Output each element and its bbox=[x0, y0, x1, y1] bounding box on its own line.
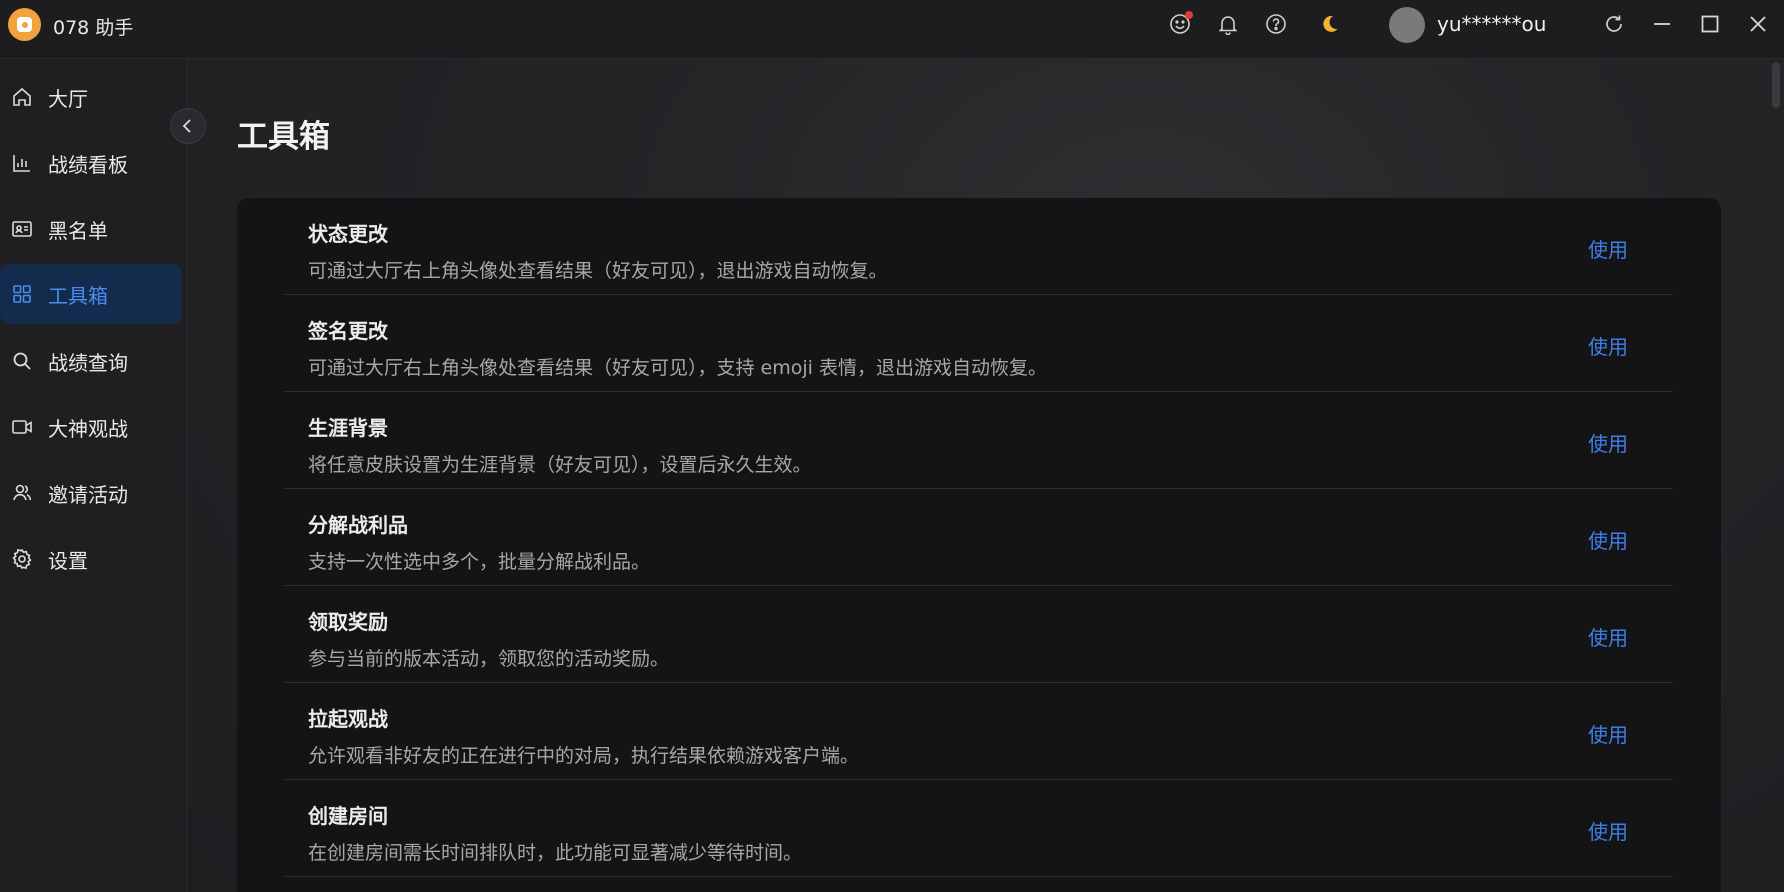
sidebar-item-stats-search[interactable]: 战绩查询 bbox=[0, 332, 182, 390]
tool-description: 可通过大厅右上角头像处查看结果（好友可见），支持 emoji 表情，退出游戏自动… bbox=[308, 357, 1047, 379]
use-button[interactable]: 使用 bbox=[1588, 428, 1628, 457]
sidebar-item-spectate[interactable]: 大神观战 bbox=[0, 398, 182, 456]
collapse-sidebar-button[interactable] bbox=[170, 108, 206, 144]
sidebar-item-label: 战绩查询 bbox=[48, 350, 128, 375]
tool-name: 创建房间 bbox=[308, 804, 388, 828]
sidebar-item-lobby[interactable]: 大厅 bbox=[0, 68, 182, 126]
use-button[interactable]: 使用 bbox=[1588, 331, 1628, 360]
sidebar-item-label: 大厅 bbox=[48, 86, 88, 111]
refresh-icon[interactable] bbox=[1601, 11, 1627, 37]
tool-name: 生涯背景 bbox=[308, 416, 388, 440]
moon-icon[interactable] bbox=[1316, 11, 1342, 37]
id-card-icon bbox=[10, 217, 34, 241]
users-icon bbox=[10, 481, 34, 505]
main-content: 工具箱 状态更改 可通过大厅右上角头像处查看结果（好友可见），退出游戏自动恢复。… bbox=[189, 59, 1784, 892]
tool-list: 状态更改 可通过大厅右上角头像处查看结果（好友可见），退出游戏自动恢复。 使用 … bbox=[237, 198, 1721, 892]
sidebar: 大厅 战绩看板 黑名单 工具箱 战绩查询 大神观战 邀请活动 设置 bbox=[0, 59, 188, 892]
sidebar-item-label: 黑名单 bbox=[48, 218, 108, 243]
scrollbar[interactable] bbox=[1772, 62, 1780, 108]
sidebar-item-label: 设置 bbox=[48, 548, 88, 573]
tool-description: 可通过大厅右上角头像处查看结果（好友可见），退出游戏自动恢复。 bbox=[308, 260, 888, 282]
page-title: 工具箱 bbox=[237, 119, 330, 155]
home-icon bbox=[10, 85, 34, 109]
app-logo bbox=[8, 8, 41, 41]
use-button[interactable]: 使用 bbox=[1588, 719, 1628, 748]
bell-icon[interactable] bbox=[1215, 11, 1241, 37]
title-bar: 078 助手 yu******ou bbox=[0, 0, 1784, 59]
sidebar-item-label: 邀请活动 bbox=[48, 482, 128, 507]
sidebar-item-blacklist[interactable]: 黑名单 bbox=[0, 200, 182, 258]
sidebar-item-label: 战绩看板 bbox=[48, 152, 128, 177]
chevron-left-icon bbox=[182, 119, 191, 133]
tool-description: 在创建房间需长时间排队时，此功能可显著减少等待时间。 bbox=[308, 842, 803, 864]
bar-chart-icon bbox=[10, 151, 34, 175]
sidebar-item-toolbox[interactable]: 工具箱 bbox=[0, 264, 182, 324]
tool-description: 参与当前的版本活动，领取您的活动奖励。 bbox=[308, 648, 670, 670]
app-title: 078 助手 bbox=[53, 17, 134, 39]
tool-name: 分解战利品 bbox=[308, 513, 408, 537]
tool-description: 允许观看非好友的正在进行中的对局，执行结果依赖游戏客户端。 bbox=[308, 745, 860, 767]
tool-row-launch-spectate: 拉起观战 允许观看非好友的正在进行中的对局，执行结果依赖游戏客户端。 使用 bbox=[285, 683, 1673, 780]
tool-row-career-background: 生涯背景 将任意皮肤设置为生涯背景（好友可见），设置后永久生效。 使用 bbox=[285, 392, 1673, 489]
search-icon bbox=[10, 349, 34, 373]
use-button[interactable]: 使用 bbox=[1588, 816, 1628, 845]
use-button[interactable]: 使用 bbox=[1588, 622, 1628, 651]
smiley-icon[interactable] bbox=[1167, 11, 1193, 37]
tool-row-claim-rewards: 领取奖励 参与当前的版本活动，领取您的活动奖励。 使用 bbox=[285, 586, 1673, 683]
sidebar-item-invite[interactable]: 邀请活动 bbox=[0, 464, 182, 522]
gear-icon bbox=[10, 547, 34, 571]
minimize-icon[interactable] bbox=[1649, 11, 1675, 37]
sidebar-item-label: 大神观战 bbox=[48, 416, 128, 441]
grid-icon bbox=[10, 282, 34, 306]
tool-row-create-room: 创建房间 在创建房间需长时间排队时，此功能可显著减少等待时间。 使用 bbox=[285, 780, 1673, 877]
tool-name: 领取奖励 bbox=[308, 610, 388, 634]
tool-name: 签名更改 bbox=[308, 319, 388, 343]
use-button[interactable]: 使用 bbox=[1588, 234, 1628, 263]
close-icon[interactable] bbox=[1745, 11, 1771, 37]
tool-row-disenchant-loot: 分解战利品 支持一次性选中多个，批量分解战利品。 使用 bbox=[285, 489, 1673, 586]
sidebar-item-label: 工具箱 bbox=[48, 283, 108, 308]
avatar[interactable] bbox=[1389, 7, 1425, 43]
sidebar-item-stats-board[interactable]: 战绩看板 bbox=[0, 134, 182, 192]
tool-name: 状态更改 bbox=[308, 222, 388, 246]
use-button[interactable]: 使用 bbox=[1588, 525, 1628, 554]
maximize-icon[interactable] bbox=[1697, 11, 1723, 37]
help-icon[interactable] bbox=[1263, 11, 1289, 37]
tool-row-signature-change: 签名更改 可通过大厅右上角头像处查看结果（好友可见），支持 emoji 表情，退… bbox=[285, 295, 1673, 392]
tool-row-status-change: 状态更改 可通过大厅右上角头像处查看结果（好友可见），退出游戏自动恢复。 使用 bbox=[285, 198, 1673, 295]
notification-dot bbox=[1185, 11, 1193, 19]
video-icon bbox=[10, 415, 34, 439]
tool-name: 拉起观战 bbox=[308, 707, 388, 731]
tool-description: 将任意皮肤设置为生涯背景（好友可见），设置后永久生效。 bbox=[308, 454, 812, 476]
sidebar-item-settings[interactable]: 设置 bbox=[0, 530, 182, 588]
username[interactable]: yu******ou bbox=[1437, 12, 1546, 36]
tool-description: 支持一次性选中多个，批量分解战利品。 bbox=[308, 551, 651, 573]
